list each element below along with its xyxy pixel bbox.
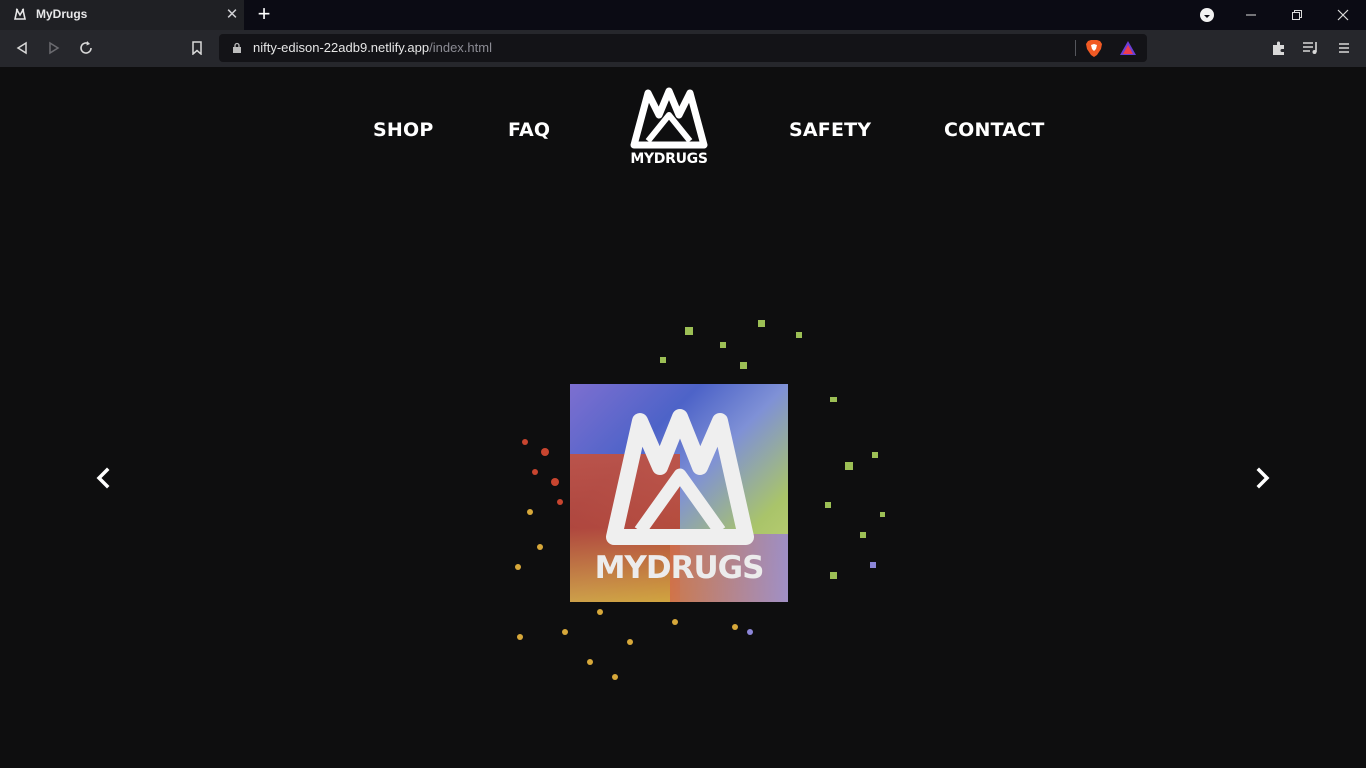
tab-strip: MyDrugs ✕ +: [0, 0, 1366, 30]
forward-icon[interactable]: [43, 38, 65, 58]
tab-close-icon[interactable]: ✕: [224, 6, 240, 22]
extensions-icon[interactable]: [1268, 38, 1290, 58]
chevron-left-icon: [96, 467, 110, 489]
minimize-button[interactable]: [1228, 0, 1274, 30]
url-divider: [1075, 40, 1076, 56]
nav-safety-link[interactable]: SAFETY: [789, 119, 871, 141]
carousel-next-button[interactable]: [1251, 465, 1275, 491]
media-playlist-icon[interactable]: [1300, 38, 1322, 58]
chevron-right-icon: [1256, 467, 1270, 489]
favicon-icon: [14, 7, 26, 20]
url-text: nifty-edison-22adb9.netlify.app/index.ht…: [253, 40, 492, 55]
nav-contact-link[interactable]: CONTACT: [944, 119, 1045, 141]
nav-faq-link[interactable]: FAQ: [508, 119, 550, 141]
page-content: SHOP FAQ SAFETY CONTACT MYDRUGS MYDRUGS: [0, 67, 1366, 768]
hero-slide-image: MYDRUGS: [500, 302, 900, 692]
close-window-button[interactable]: [1320, 0, 1366, 30]
bookmark-icon[interactable]: [186, 38, 208, 58]
nav-shop-link[interactable]: SHOP: [373, 119, 433, 141]
brave-shields-icon[interactable]: [1085, 39, 1103, 58]
back-icon[interactable]: [11, 38, 33, 58]
hero-wordmark: MYDRUGS: [594, 550, 765, 586]
profile-menu-icon[interactable]: [1200, 8, 1214, 22]
lock-icon: [233, 42, 241, 53]
browser-tab[interactable]: MyDrugs ✕: [0, 0, 244, 30]
browser-toolbar: nifty-edison-22adb9.netlify.app/index.ht…: [0, 30, 1366, 67]
address-bar[interactable]: nifty-edison-22adb9.netlify.app/index.ht…: [219, 34, 1147, 62]
site-logo[interactable]: MYDRUGS: [626, 85, 712, 171]
reload-icon[interactable]: [75, 38, 97, 58]
restore-button[interactable]: [1274, 0, 1320, 30]
new-tab-button[interactable]: +: [253, 3, 275, 25]
carousel-prev-button[interactable]: [91, 465, 115, 491]
crown-logo-icon: [630, 87, 708, 149]
hero-crown-icon: [606, 409, 754, 545]
logo-wordmark: MYDRUGS: [630, 151, 708, 167]
tab-title: MyDrugs: [36, 7, 88, 21]
main-menu-icon[interactable]: [1333, 38, 1355, 58]
brave-rewards-icon[interactable]: [1119, 40, 1137, 56]
